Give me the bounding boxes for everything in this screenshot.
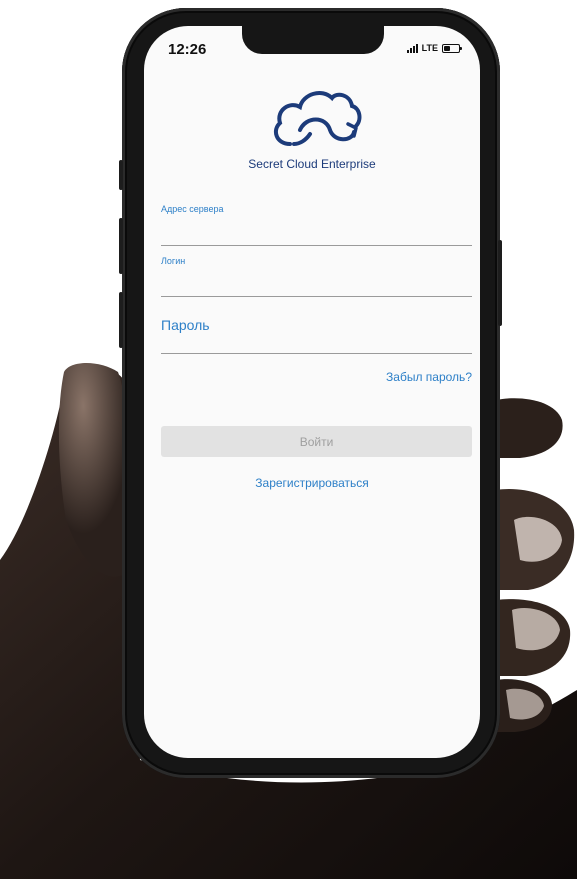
login-button[interactable]: Войти	[161, 426, 472, 457]
password-placeholder: Пароль	[161, 317, 210, 333]
server-field[interactable]: Адрес сервера	[161, 204, 472, 246]
forgot-password-link[interactable]: Забыл пароль?	[386, 370, 472, 384]
login-label: Логин	[161, 256, 186, 266]
cloud-sync-icon	[273, 91, 362, 146]
silent-switch	[119, 160, 123, 190]
phone-screen: 12:26 LTE Secret Cloud Enterprise Адрес …	[144, 26, 480, 758]
login-input[interactable]	[161, 276, 472, 294]
camera-notch	[242, 26, 384, 54]
status-time: 12:26	[168, 41, 207, 58]
network-type: LTE	[421, 43, 438, 53]
server-input[interactable]	[161, 225, 472, 243]
server-label: Адрес сервера	[161, 204, 224, 214]
login-field[interactable]: Логин	[161, 256, 472, 297]
brand-name: Secret Cloud Enterprise	[248, 157, 376, 171]
password-field[interactable]: Пароль	[161, 316, 472, 354]
stage: 12:26 LTE Secret Cloud Enterprise Адрес …	[0, 0, 577, 879]
battery-icon	[442, 43, 462, 53]
password-input[interactable]	[161, 333, 472, 351]
status-indicators: LTE	[406, 43, 462, 53]
signal-icon	[406, 43, 418, 53]
volume-up-button	[119, 218, 123, 274]
power-button	[498, 240, 502, 326]
register-link[interactable]: Зарегистрироваться	[144, 476, 480, 490]
volume-down-button	[119, 292, 123, 348]
